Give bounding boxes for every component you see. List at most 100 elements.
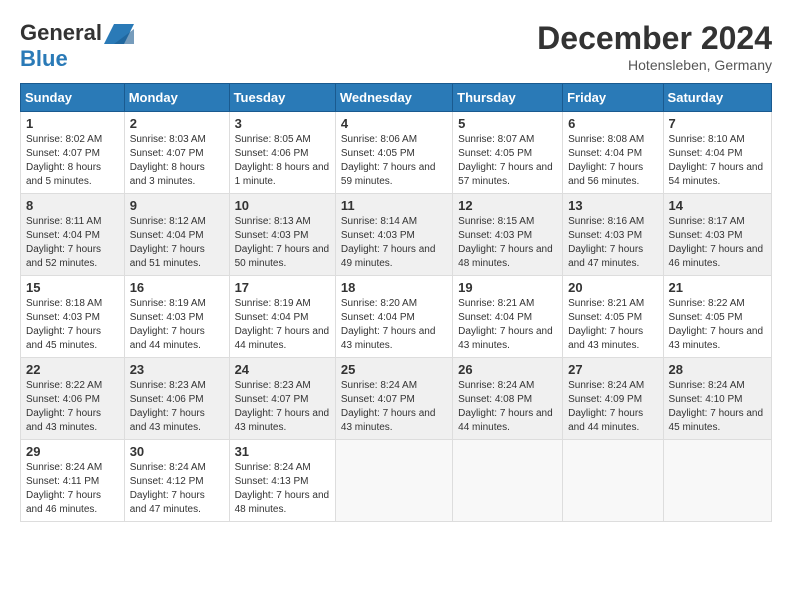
day-info: Sunrise: 8:21 AM Sunset: 4:04 PM Dayligh… <box>458 297 557 353</box>
day-cell: 22 Sunrise: 8:22 AM Sunset: 4:06 PM Dayl… <box>21 358 125 440</box>
week-row-1: 1 Sunrise: 8:02 AM Sunset: 4:07 PM Dayli… <box>21 112 772 194</box>
day-info: Sunrise: 8:02 AM Sunset: 4:07 PM Dayligh… <box>26 133 119 189</box>
day-info: Sunrise: 8:19 AM Sunset: 4:04 PM Dayligh… <box>235 297 330 353</box>
day-cell: 8 Sunrise: 8:11 AM Sunset: 4:04 PM Dayli… <box>21 194 125 276</box>
day-cell: 24 Sunrise: 8:23 AM Sunset: 4:07 PM Dayl… <box>229 358 335 440</box>
header-friday: Friday <box>563 84 663 112</box>
day-info: Sunrise: 8:11 AM Sunset: 4:04 PM Dayligh… <box>26 215 119 271</box>
day-info: Sunrise: 8:07 AM Sunset: 4:05 PM Dayligh… <box>458 133 557 189</box>
header-monday: Monday <box>124 84 229 112</box>
day-cell: 25 Sunrise: 8:24 AM Sunset: 4:07 PM Dayl… <box>335 358 452 440</box>
location: Hotensleben, Germany <box>537 57 772 73</box>
day-cell: 19 Sunrise: 8:21 AM Sunset: 4:04 PM Dayl… <box>453 276 563 358</box>
day-number: 30 <box>130 444 224 459</box>
calendar-table: SundayMondayTuesdayWednesdayThursdayFrid… <box>20 83 772 522</box>
day-info: Sunrise: 8:24 AM Sunset: 4:10 PM Dayligh… <box>669 379 766 435</box>
day-info: Sunrise: 8:14 AM Sunset: 4:03 PM Dayligh… <box>341 215 447 271</box>
header-tuesday: Tuesday <box>229 84 335 112</box>
day-info: Sunrise: 8:23 AM Sunset: 4:06 PM Dayligh… <box>130 379 224 435</box>
header-wednesday: Wednesday <box>335 84 452 112</box>
header-saturday: Saturday <box>663 84 771 112</box>
day-cell: 17 Sunrise: 8:19 AM Sunset: 4:04 PM Dayl… <box>229 276 335 358</box>
header-row: SundayMondayTuesdayWednesdayThursdayFrid… <box>21 84 772 112</box>
day-info: Sunrise: 8:24 AM Sunset: 4:12 PM Dayligh… <box>130 461 224 517</box>
day-number: 7 <box>669 116 766 131</box>
day-cell: 4 Sunrise: 8:06 AM Sunset: 4:05 PM Dayli… <box>335 112 452 194</box>
day-number: 12 <box>458 198 557 213</box>
day-cell <box>563 440 663 522</box>
day-cell: 20 Sunrise: 8:21 AM Sunset: 4:05 PM Dayl… <box>563 276 663 358</box>
day-info: Sunrise: 8:15 AM Sunset: 4:03 PM Dayligh… <box>458 215 557 271</box>
day-number: 4 <box>341 116 447 131</box>
day-cell: 2 Sunrise: 8:03 AM Sunset: 4:07 PM Dayli… <box>124 112 229 194</box>
day-number: 1 <box>26 116 119 131</box>
page-header: General Blue December 2024 Hotensleben, … <box>20 20 772 73</box>
day-info: Sunrise: 8:24 AM Sunset: 4:08 PM Dayligh… <box>458 379 557 435</box>
day-info: Sunrise: 8:20 AM Sunset: 4:04 PM Dayligh… <box>341 297 447 353</box>
day-cell: 16 Sunrise: 8:19 AM Sunset: 4:03 PM Dayl… <box>124 276 229 358</box>
day-cell: 27 Sunrise: 8:24 AM Sunset: 4:09 PM Dayl… <box>563 358 663 440</box>
day-info: Sunrise: 8:21 AM Sunset: 4:05 PM Dayligh… <box>568 297 657 353</box>
day-number: 13 <box>568 198 657 213</box>
day-number: 9 <box>130 198 224 213</box>
day-cell: 3 Sunrise: 8:05 AM Sunset: 4:06 PM Dayli… <box>229 112 335 194</box>
day-cell: 12 Sunrise: 8:15 AM Sunset: 4:03 PM Dayl… <box>453 194 563 276</box>
day-cell <box>335 440 452 522</box>
day-number: 22 <box>26 362 119 377</box>
week-row-5: 29 Sunrise: 8:24 AM Sunset: 4:11 PM Dayl… <box>21 440 772 522</box>
day-info: Sunrise: 8:03 AM Sunset: 4:07 PM Dayligh… <box>130 133 224 189</box>
day-info: Sunrise: 8:10 AM Sunset: 4:04 PM Dayligh… <box>669 133 766 189</box>
day-number: 11 <box>341 198 447 213</box>
day-cell: 14 Sunrise: 8:17 AM Sunset: 4:03 PM Dayl… <box>663 194 771 276</box>
day-info: Sunrise: 8:24 AM Sunset: 4:09 PM Dayligh… <box>568 379 657 435</box>
day-cell: 21 Sunrise: 8:22 AM Sunset: 4:05 PM Dayl… <box>663 276 771 358</box>
day-number: 18 <box>341 280 447 295</box>
title-block: December 2024 Hotensleben, Germany <box>537 20 772 73</box>
day-cell <box>453 440 563 522</box>
day-number: 26 <box>458 362 557 377</box>
week-row-2: 8 Sunrise: 8:11 AM Sunset: 4:04 PM Dayli… <box>21 194 772 276</box>
day-info: Sunrise: 8:12 AM Sunset: 4:04 PM Dayligh… <box>130 215 224 271</box>
logo-icon <box>104 24 134 44</box>
day-number: 8 <box>26 198 119 213</box>
day-info: Sunrise: 8:24 AM Sunset: 4:11 PM Dayligh… <box>26 461 119 517</box>
day-info: Sunrise: 8:06 AM Sunset: 4:05 PM Dayligh… <box>341 133 447 189</box>
day-number: 17 <box>235 280 330 295</box>
day-info: Sunrise: 8:24 AM Sunset: 4:07 PM Dayligh… <box>341 379 447 435</box>
day-number: 6 <box>568 116 657 131</box>
header-sunday: Sunday <box>21 84 125 112</box>
day-cell: 28 Sunrise: 8:24 AM Sunset: 4:10 PM Dayl… <box>663 358 771 440</box>
day-info: Sunrise: 8:18 AM Sunset: 4:03 PM Dayligh… <box>26 297 119 353</box>
week-row-3: 15 Sunrise: 8:18 AM Sunset: 4:03 PM Dayl… <box>21 276 772 358</box>
day-cell: 23 Sunrise: 8:23 AM Sunset: 4:06 PM Dayl… <box>124 358 229 440</box>
day-number: 10 <box>235 198 330 213</box>
day-info: Sunrise: 8:22 AM Sunset: 4:06 PM Dayligh… <box>26 379 119 435</box>
day-number: 23 <box>130 362 224 377</box>
day-number: 2 <box>130 116 224 131</box>
day-cell: 13 Sunrise: 8:16 AM Sunset: 4:03 PM Dayl… <box>563 194 663 276</box>
day-cell: 26 Sunrise: 8:24 AM Sunset: 4:08 PM Dayl… <box>453 358 563 440</box>
day-info: Sunrise: 8:24 AM Sunset: 4:13 PM Dayligh… <box>235 461 330 517</box>
day-info: Sunrise: 8:16 AM Sunset: 4:03 PM Dayligh… <box>568 215 657 271</box>
day-number: 24 <box>235 362 330 377</box>
day-number: 28 <box>669 362 766 377</box>
day-number: 19 <box>458 280 557 295</box>
day-info: Sunrise: 8:08 AM Sunset: 4:04 PM Dayligh… <box>568 133 657 189</box>
day-cell: 5 Sunrise: 8:07 AM Sunset: 4:05 PM Dayli… <box>453 112 563 194</box>
day-cell: 29 Sunrise: 8:24 AM Sunset: 4:11 PM Dayl… <box>21 440 125 522</box>
month-title: December 2024 <box>537 20 772 57</box>
header-thursday: Thursday <box>453 84 563 112</box>
day-cell: 7 Sunrise: 8:10 AM Sunset: 4:04 PM Dayli… <box>663 112 771 194</box>
day-number: 20 <box>568 280 657 295</box>
day-cell: 18 Sunrise: 8:20 AM Sunset: 4:04 PM Dayl… <box>335 276 452 358</box>
day-info: Sunrise: 8:23 AM Sunset: 4:07 PM Dayligh… <box>235 379 330 435</box>
day-cell: 15 Sunrise: 8:18 AM Sunset: 4:03 PM Dayl… <box>21 276 125 358</box>
week-row-4: 22 Sunrise: 8:22 AM Sunset: 4:06 PM Dayl… <box>21 358 772 440</box>
logo-general-text: General <box>20 20 102 46</box>
day-number: 16 <box>130 280 224 295</box>
logo: General Blue <box>20 20 134 72</box>
day-number: 21 <box>669 280 766 295</box>
day-number: 27 <box>568 362 657 377</box>
day-cell: 9 Sunrise: 8:12 AM Sunset: 4:04 PM Dayli… <box>124 194 229 276</box>
day-number: 31 <box>235 444 330 459</box>
